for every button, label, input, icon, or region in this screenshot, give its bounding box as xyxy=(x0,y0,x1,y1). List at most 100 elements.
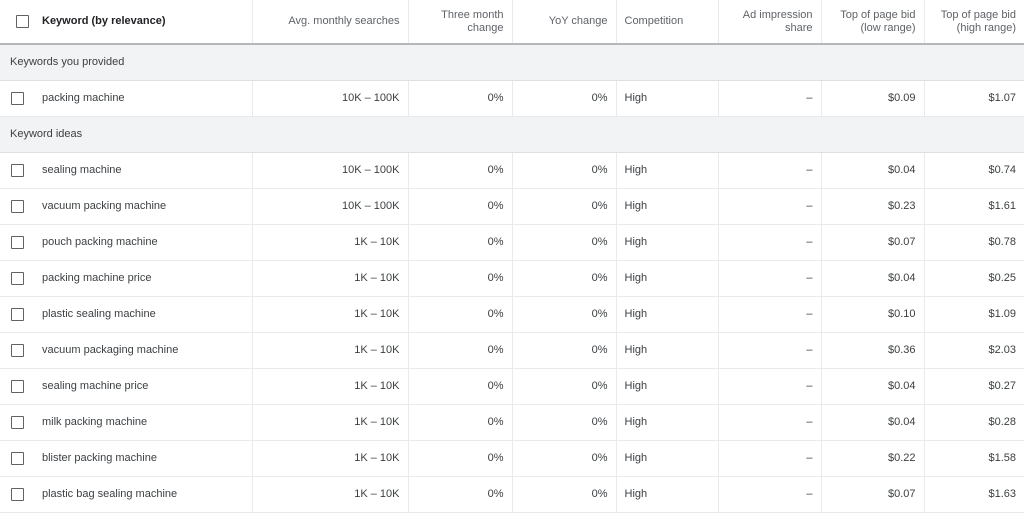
row-checkbox[interactable] xyxy=(11,415,24,429)
keyword-cell: packing machine price xyxy=(34,260,252,297)
row-checkbox[interactable] xyxy=(11,91,24,105)
yoy-change-cell: 0% xyxy=(511,368,616,405)
bid-low-cell: $0.22 xyxy=(820,440,924,477)
keyword-table: Keyword (by relevance) Avg. monthly sear… xyxy=(0,0,1024,513)
competition-cell: High xyxy=(615,404,718,441)
avg-monthly-searches-cell: 1K – 10K xyxy=(251,260,408,297)
bid-low-cell: $0.04 xyxy=(820,152,924,189)
row-checkbox[interactable] xyxy=(11,379,24,393)
bid-low-cell: $0.36 xyxy=(820,332,924,369)
bid-high-cell: $1.07 xyxy=(923,80,1024,117)
row-checkbox-cell xyxy=(0,440,34,477)
bid-high-cell: $1.63 xyxy=(923,476,1024,513)
bid-high-cell: $0.28 xyxy=(923,404,1024,441)
row-checkbox-cell xyxy=(0,224,34,261)
competition-cell: High xyxy=(615,368,718,405)
yoy-change-cell: 0% xyxy=(511,440,616,477)
bid-high-cell: $1.61 xyxy=(923,188,1024,225)
row-checkbox-cell xyxy=(0,188,34,225)
bid-high-cell: $2.03 xyxy=(923,332,1024,369)
table-row: plastic sealing machine 1K – 10K 0% 0% High –… xyxy=(0,296,1024,333)
bid-low-cell: $0.04 xyxy=(820,260,924,297)
group-label: Keyword ideas xyxy=(0,116,1024,153)
row-checkbox[interactable] xyxy=(11,163,24,177)
table-row: sealing machine price 1K – 10K 0% 0% High – $0… xyxy=(0,368,1024,405)
header-avg-monthly-searches[interactable]: Avg. monthly searches xyxy=(251,0,408,45)
bid-high-cell: $1.09 xyxy=(923,296,1024,333)
yoy-change-cell: 0% xyxy=(511,80,616,117)
keyword-cell: pouch packing machine xyxy=(34,224,252,261)
avg-monthly-searches-cell: 10K – 100K xyxy=(251,152,408,189)
keyword-cell: vacuum packaging machine xyxy=(34,332,252,369)
three-month-change-cell: 0% xyxy=(407,404,512,441)
row-checkbox-cell xyxy=(0,404,34,441)
avg-monthly-searches-cell: 10K – 100K xyxy=(251,80,408,117)
keyword-cell: blister packing machine xyxy=(34,440,252,477)
group-header-provided: Keywords you provided xyxy=(0,44,1024,81)
ad-impression-share-cell: – xyxy=(717,476,821,513)
header-competition[interactable]: Competition xyxy=(615,0,718,45)
three-month-change-cell: 0% xyxy=(407,440,512,477)
row-checkbox[interactable] xyxy=(11,343,24,357)
competition-cell: High xyxy=(615,260,718,297)
three-month-change-cell: 0% xyxy=(407,80,512,117)
competition-cell: High xyxy=(615,224,718,261)
yoy-change-cell: 0% xyxy=(511,260,616,297)
keyword-cell: plastic bag sealing machine xyxy=(34,476,252,513)
select-all-checkbox[interactable] xyxy=(16,14,29,28)
avg-monthly-searches-cell: 1K – 10K xyxy=(251,404,408,441)
bid-high-cell: $1.58 xyxy=(923,440,1024,477)
header-keyword[interactable]: Keyword (by relevance) xyxy=(34,0,252,45)
row-checkbox[interactable] xyxy=(11,271,24,285)
bid-high-cell: $0.27 xyxy=(923,368,1024,405)
table-row: packing machine 10K – 100K 0% 0% High – $0.09 $… xyxy=(0,80,1024,117)
row-checkbox[interactable] xyxy=(11,199,24,213)
row-checkbox[interactable] xyxy=(11,487,24,501)
bid-low-cell: $0.07 xyxy=(820,476,924,513)
table-row: vacuum packaging machine 1K – 10K 0% 0% High… xyxy=(0,332,1024,369)
bid-high-cell: $0.74 xyxy=(923,152,1024,189)
bid-high-cell: $0.25 xyxy=(923,260,1024,297)
group-label: Keywords you provided xyxy=(0,44,1024,81)
ad-impression-share-cell: – xyxy=(717,440,821,477)
header-ad-impression-share[interactable]: Ad impression share xyxy=(717,0,821,45)
bid-low-cell: $0.07 xyxy=(820,224,924,261)
row-checkbox[interactable] xyxy=(11,235,24,249)
keyword-cell: plastic sealing machine xyxy=(34,296,252,333)
yoy-change-cell: 0% xyxy=(511,476,616,513)
ad-impression-share-cell: – xyxy=(717,368,821,405)
ad-impression-share-cell: – xyxy=(717,260,821,297)
group-header-ideas: Keyword ideas xyxy=(0,116,1024,153)
bid-high-cell: $0.78 xyxy=(923,224,1024,261)
table-row: sealing machine 10K – 100K 0% 0% High – $0.04 $… xyxy=(0,152,1024,189)
bid-low-cell: $0.09 xyxy=(820,80,924,117)
three-month-change-cell: 0% xyxy=(407,296,512,333)
avg-monthly-searches-cell: 1K – 10K xyxy=(251,476,408,513)
ad-impression-share-cell: – xyxy=(717,80,821,117)
header-three-month-change[interactable]: Three month change xyxy=(407,0,512,45)
competition-cell: High xyxy=(615,440,718,477)
avg-monthly-searches-cell: 1K – 10K xyxy=(251,224,408,261)
header-bid-low[interactable]: Top of page bid (low range) xyxy=(820,0,924,45)
three-month-change-cell: 0% xyxy=(407,368,512,405)
three-month-change-cell: 0% xyxy=(407,188,512,225)
row-checkbox-cell xyxy=(0,296,34,333)
avg-monthly-searches-cell: 1K – 10K xyxy=(251,332,408,369)
keyword-cell: milk packing machine xyxy=(34,404,252,441)
header-yoy-change[interactable]: YoY change xyxy=(511,0,616,45)
avg-monthly-searches-cell: 1K – 10K xyxy=(251,368,408,405)
yoy-change-cell: 0% xyxy=(511,404,616,441)
yoy-change-cell: 0% xyxy=(511,188,616,225)
yoy-change-cell: 0% xyxy=(511,296,616,333)
keyword-cell: sealing machine xyxy=(34,152,252,189)
competition-cell: High xyxy=(615,152,718,189)
yoy-change-cell: 0% xyxy=(511,224,616,261)
competition-cell: High xyxy=(615,476,718,513)
keyword-cell: sealing machine price xyxy=(34,368,252,405)
keyword-cell: packing machine xyxy=(34,80,252,117)
row-checkbox-cell xyxy=(0,80,34,117)
ad-impression-share-cell: – xyxy=(717,224,821,261)
header-bid-high[interactable]: Top of page bid (high range) xyxy=(923,0,1024,45)
row-checkbox[interactable] xyxy=(11,451,24,465)
row-checkbox[interactable] xyxy=(11,307,24,321)
